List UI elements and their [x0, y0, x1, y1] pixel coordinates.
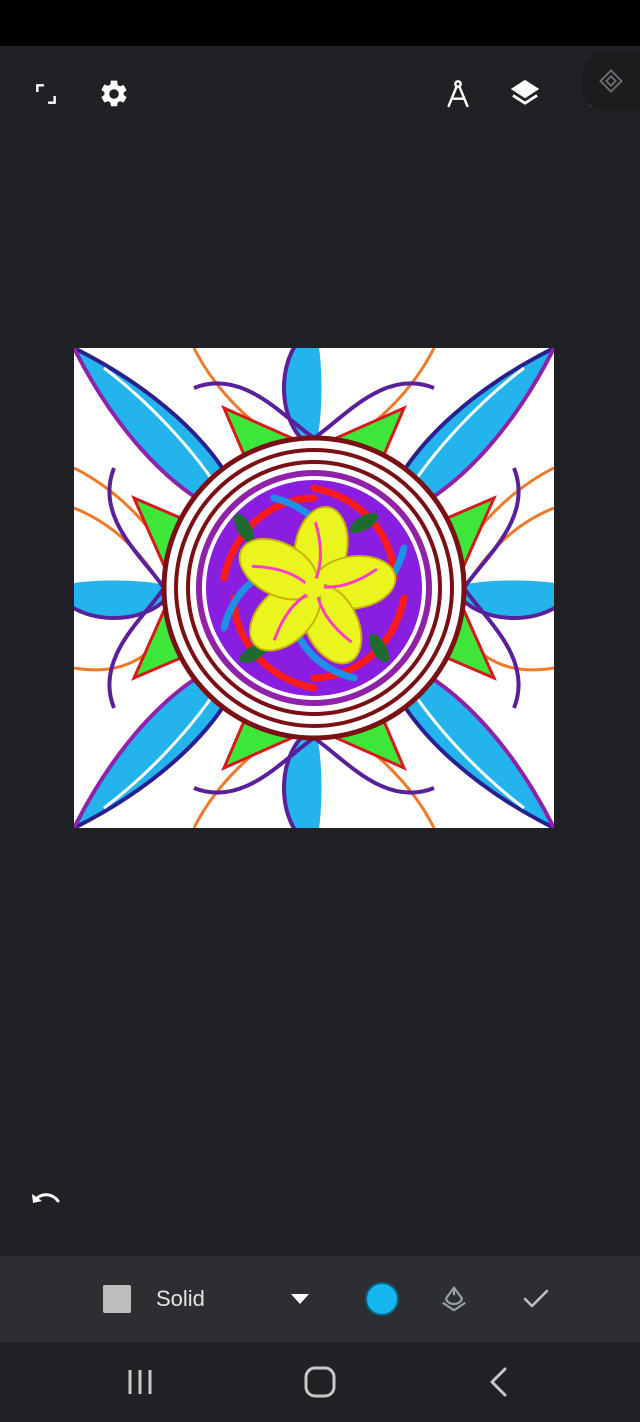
- system-nav-bar: [0, 1342, 640, 1422]
- layers-icon: [510, 79, 540, 105]
- symmetry-button[interactable]: [582, 52, 640, 110]
- fill-type-dropdown[interactable]: [280, 1256, 320, 1342]
- status-bar: [0, 0, 640, 46]
- fill-type-selector[interactable]: Solid: [156, 1256, 276, 1342]
- recent-apps-icon: [128, 1370, 152, 1394]
- check-icon: [523, 1289, 549, 1308]
- fullscreen-icon: [36, 84, 56, 104]
- symmetry-icon: [599, 69, 623, 93]
- paint-bucket-icon: [442, 1286, 466, 1312]
- compass-icon: [447, 80, 469, 108]
- back-icon: [490, 1367, 507, 1397]
- layers-button[interactable]: [497, 68, 553, 120]
- bottom-toolbar: Solid: [0, 1256, 640, 1342]
- top-toolbar: [0, 46, 640, 142]
- settings-button[interactable]: [86, 68, 142, 120]
- back-button[interactable]: [448, 1342, 548, 1422]
- fill-swatch-button[interactable]: [96, 1256, 138, 1342]
- color-picker-button[interactable]: [360, 1256, 404, 1342]
- compass-button[interactable]: [430, 68, 486, 120]
- mandala-artwork: [74, 348, 554, 828]
- home-button[interactable]: [270, 1342, 370, 1422]
- fill-swatch: [103, 1285, 131, 1313]
- recent-apps-button[interactable]: [90, 1342, 190, 1422]
- current-color-swatch: [365, 1282, 399, 1316]
- caret-down-icon: [291, 1294, 309, 1304]
- confirm-button[interactable]: [514, 1256, 558, 1342]
- fullscreen-button[interactable]: [18, 68, 74, 120]
- drawing-canvas[interactable]: [74, 348, 554, 828]
- home-icon: [304, 1366, 336, 1398]
- undo-button[interactable]: [20, 1178, 74, 1226]
- undo-icon: [32, 1193, 60, 1203]
- fill-mode-button[interactable]: [432, 1256, 476, 1342]
- fill-type-label: Solid: [156, 1286, 205, 1311]
- gear-icon: [101, 80, 127, 107]
